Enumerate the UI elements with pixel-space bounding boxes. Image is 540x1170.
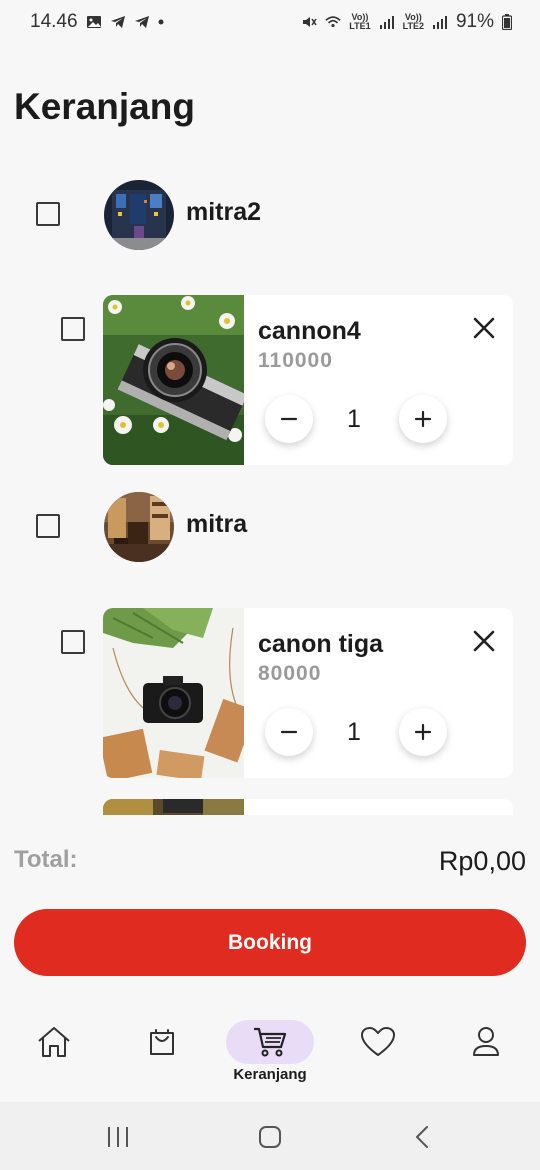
item-thumbnail-partial [103,799,244,815]
home-icon [38,1027,70,1057]
item-checkbox-canon-tiga[interactable] [61,630,85,654]
status-time: 14.46 [30,11,78,32]
telegram-notification-icon [110,16,125,28]
gallery-notification-icon [86,16,101,28]
item-name-canon-tiga: canon tiga [258,630,384,658]
back-button[interactable] [402,1120,442,1154]
recent-apps-icon [108,1127,128,1147]
item-thumbnail-canon-tiga [103,608,244,778]
shop-row-mitra: mitra [0,477,540,562]
page-title: Keranjang [14,86,195,127]
status-left: 14.46 [30,11,164,33]
lte2-label: LTE2 [402,21,424,31]
nav-pill-shop [118,1020,206,1064]
shop-avatar-mitra [104,492,174,562]
item-thumbnail-image-canon-tiga [103,608,244,778]
item-thumbnail-cannon4 [103,295,244,465]
total-value: Rp0,00 [438,846,526,876]
nav-pill-home [10,1020,98,1064]
shop-row-mitra2: mitra2 [0,165,540,250]
decrease-quantity-button-cannon4[interactable] [265,395,313,443]
nav-item-favorites[interactable] [333,1020,423,1100]
back-icon [416,1126,428,1148]
close-icon [473,317,495,339]
item-card-canon-tiga: canon tiga 80000 1 [103,608,513,778]
heart-icon [361,1027,395,1056]
shopping-bag-icon [150,1029,174,1055]
shop-avatar-image-mitra [104,492,174,562]
item-card-partial [103,799,513,815]
shop-avatar-mitra2 [104,180,174,250]
home-system-button[interactable] [250,1120,290,1154]
mute-icon [303,17,317,27]
item-thumbnail-image-partial [103,799,244,815]
item-card-cannon4: cannon4 110000 1 [103,295,513,465]
decrease-quantity-button-canon-tiga[interactable] [265,708,313,756]
volte-lte2-indicator: Vo)) LTE2 [403,13,424,31]
close-icon [473,630,495,652]
item-checkbox-cannon4[interactable] [61,317,85,341]
remove-item-button-canon-tiga[interactable] [471,628,497,654]
quantity-value-cannon4: 1 [347,405,361,433]
nav-pill-cart [226,1020,314,1064]
total-label: Total: [14,846,78,873]
profile-icon [473,1027,499,1056]
recent-apps-button[interactable] [98,1120,138,1154]
nav-pill-favorites [334,1020,422,1064]
signal-bars-icon-1 [379,16,394,29]
increase-quantity-button-cannon4[interactable] [399,395,447,443]
cart-list[interactable]: mitra2 cannon4 110000 1 mitra canon tiga… [0,165,540,815]
booking-button[interactable]: Booking [14,909,526,976]
status-right: Vo)) LTE1 Vo)) LTE2 91% [301,11,512,33]
increase-quantity-button-canon-tiga[interactable] [399,708,447,756]
minus-icon [280,730,298,734]
plus-icon [414,410,432,428]
cart-item-cannon4: cannon4 110000 1 [0,295,540,465]
item-thumbnail-image-cannon4 [103,295,244,465]
item-price-canon-tiga: 80000 [258,662,322,685]
lte1-label: LTE1 [349,21,371,31]
quantity-value-canon-tiga: 1 [347,718,361,746]
item-price-cannon4: 110000 [258,349,333,372]
nav-pill-profile [442,1020,530,1064]
shop-name-mitra2: mitra2 [186,198,262,226]
battery-percentage: 91% [455,11,494,32]
status-bar: 14.46 Vo)) LTE1 Vo)) LTE2 91% [0,0,540,44]
nav-item-profile[interactable] [441,1020,531,1100]
telegram-notification-icon-2 [134,16,149,28]
shop-checkbox-mitra[interactable] [36,514,60,538]
signal-bars-icon-2 [432,16,447,29]
shop-checkbox-mitra2[interactable] [36,202,60,226]
nav-item-shop[interactable] [117,1020,207,1100]
cart-item-canon-tiga: canon tiga 80000 1 [0,608,540,778]
item-name-cannon4: cannon4 [258,317,361,345]
plus-icon [414,723,432,741]
volte-lte1-indicator: Vo)) LTE1 [349,13,370,31]
shop-name-mitra: mitra [186,510,248,538]
nav-label-cart: Keranjang [233,1066,307,1083]
more-notifications-dot-icon [158,19,164,25]
battery-icon [502,14,512,30]
nav-item-home[interactable] [9,1020,99,1100]
bottom-navigation: Keranjang [0,1010,540,1102]
wifi-icon [325,16,341,28]
nav-item-cart[interactable]: Keranjang [225,1020,315,1100]
shop-avatar-image-mitra2 [104,180,174,250]
cart-item-partial [0,799,540,815]
remove-item-button-cannon4[interactable] [471,315,497,341]
home-system-icon [259,1126,281,1148]
minus-icon [280,417,298,421]
system-navigation-bar [0,1102,540,1170]
cart-icon [254,1027,287,1057]
